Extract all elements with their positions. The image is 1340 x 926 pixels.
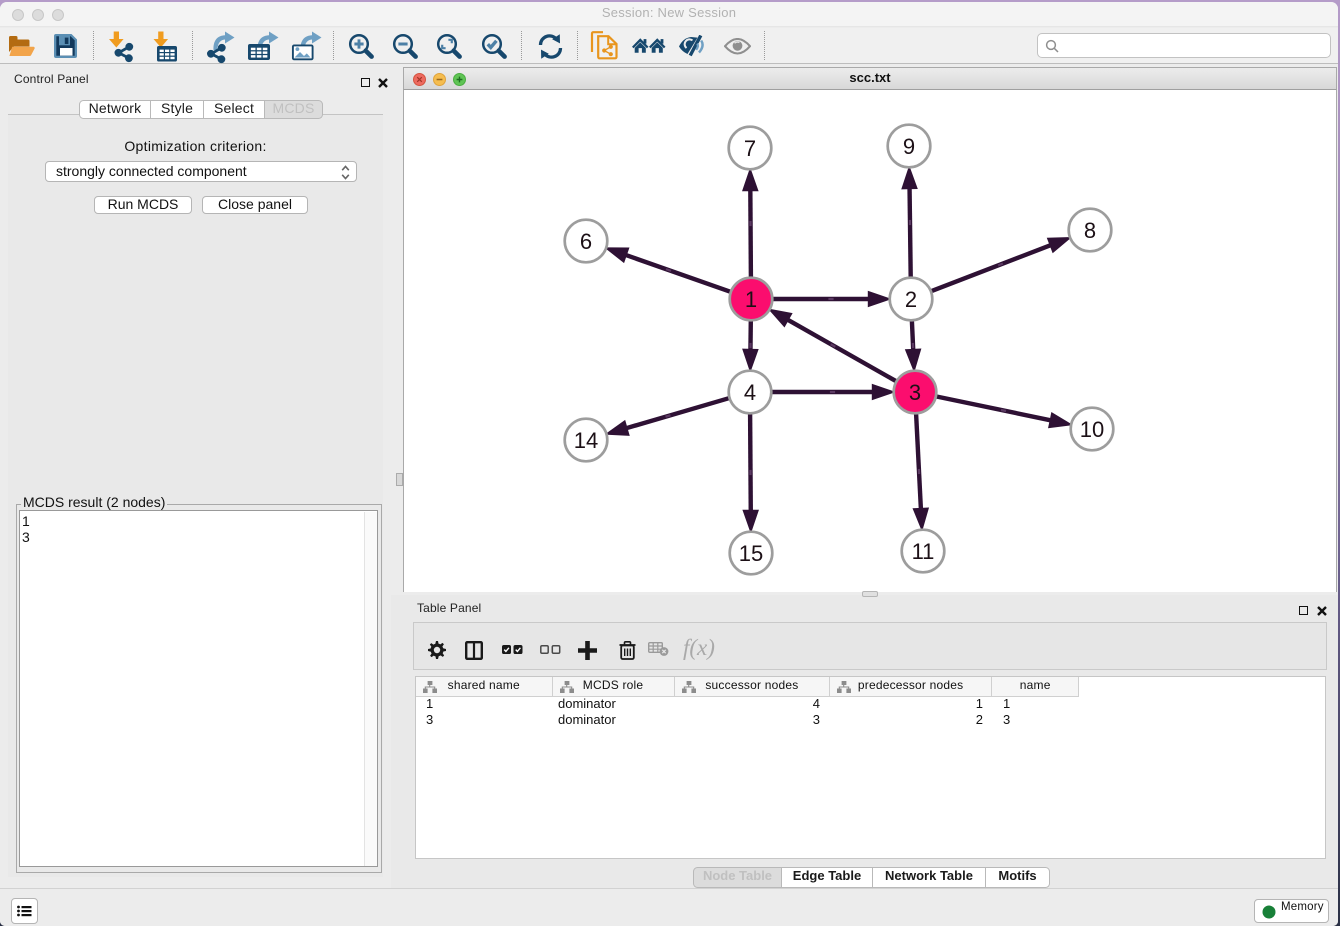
svg-text:14: 14 — [574, 428, 598, 453]
svg-text:7: 7 — [744, 136, 756, 161]
svg-text:3: 3 — [909, 380, 921, 405]
svg-text:4: 4 — [744, 380, 756, 405]
svg-text:9: 9 — [903, 134, 915, 159]
svg-text:8: 8 — [1084, 218, 1096, 243]
svg-text:10: 10 — [1080, 417, 1104, 442]
svg-text:2: 2 — [905, 287, 917, 312]
svg-text:11: 11 — [912, 539, 935, 564]
svg-text:6: 6 — [580, 229, 592, 254]
svg-text:15: 15 — [739, 541, 763, 566]
svg-text:1: 1 — [745, 287, 757, 312]
